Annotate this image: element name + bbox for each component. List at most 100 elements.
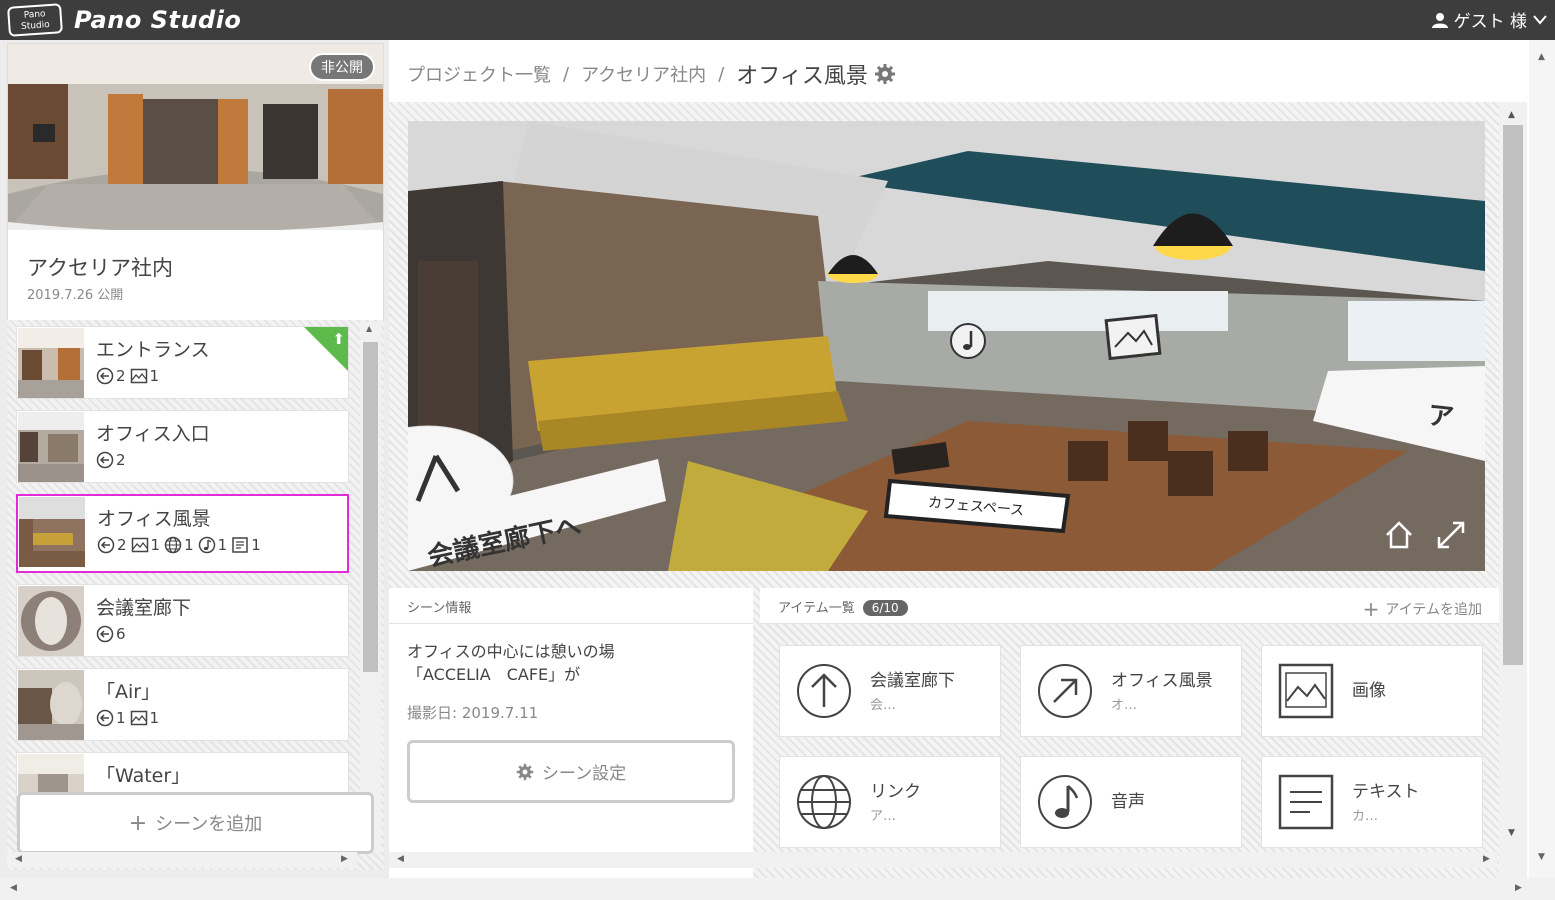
scroll-up-arrow-icon[interactable]: ▲ xyxy=(1508,110,1515,120)
scene-list-scrollbar[interactable]: ▲ xyxy=(360,322,381,852)
page-horizontal-scrollbar[interactable]: ◀ ▶ xyxy=(0,878,1555,900)
hotspot-right-label[interactable]: ア xyxy=(1426,395,1456,435)
user-icon xyxy=(1431,12,1448,28)
scroll-down-arrow-icon[interactable]: ▼ xyxy=(1538,852,1545,862)
link-count: 2 xyxy=(116,451,126,469)
scene-list-hscrollbar[interactable]: ◀ ▶ xyxy=(7,852,357,868)
arrow-diag-circle-icon xyxy=(1038,664,1092,718)
item-subtitle: ア… xyxy=(870,809,897,824)
fullscreen-icon[interactable] xyxy=(1435,519,1467,551)
globe-icon xyxy=(797,775,851,829)
scene-list: エントランス 2 1 ⬆ オフィス入口 2 オフィス風景 2 1 1 1 1 会… xyxy=(7,320,384,870)
link-url-count: 1 xyxy=(184,536,194,554)
project-date: 2019.7.26 公開 xyxy=(27,288,124,303)
scene-meta: 2 1 1 1 1 xyxy=(97,536,261,554)
items-header: アイテム一覧 6/10 + アイテムを追加 xyxy=(760,588,1500,624)
scene-item-office-view[interactable]: オフィス風景 2 1 1 1 1 xyxy=(16,494,349,573)
items-count-badge: 6/10 xyxy=(862,600,908,616)
gear-icon[interactable] xyxy=(874,63,896,85)
image-count: 1 xyxy=(149,709,160,727)
editor-vertical-scrollbar[interactable]: ▲ ▼ xyxy=(1499,102,1527,892)
item-subtitle: カ… xyxy=(1352,809,1379,824)
plus-icon: + xyxy=(128,810,148,836)
chevron-down-icon xyxy=(1533,14,1547,25)
scene-name: 会議室廊下 xyxy=(96,597,192,619)
scene-item-air[interactable]: 「Air」 1 1 xyxy=(16,668,349,741)
item-title: リンク xyxy=(870,782,921,802)
scene-thumbnail xyxy=(18,586,84,656)
scene-meta: 2 1 xyxy=(96,367,159,385)
scene-thumbnail xyxy=(18,412,84,482)
breadcrumb: プロジェクト一覧 / アクセリア社内 / オフィス風景 xyxy=(407,58,896,90)
add-scene-button[interactable]: + シーンを追加 xyxy=(17,792,374,854)
scene-settings-button[interactable]: シーン設定 xyxy=(407,740,735,803)
scene-item-office-entrance[interactable]: オフィス入口 2 xyxy=(16,410,349,483)
link-arrow-icon xyxy=(96,367,114,385)
link-arrow-icon xyxy=(97,536,115,554)
scene-meta: 2 xyxy=(96,451,126,469)
editor-horizontal-scrollbar[interactable]: ◀ ▶ xyxy=(389,852,1497,868)
editor-panel: 会議室廊下へ ア カフェスペース シーン情報 オフィスの中心には憩いの場 「AC… xyxy=(389,102,1527,892)
scene-name: オフィス風景 xyxy=(97,508,211,530)
scene-info-panel: シーン情報 オフィスの中心には憩いの場 「ACCELIA CAFE」が 撮影日:… xyxy=(389,588,753,892)
home-icon[interactable] xyxy=(1383,519,1415,551)
gear-icon xyxy=(516,763,534,780)
scroll-up-arrow-icon[interactable]: ▲ xyxy=(1538,52,1545,62)
user-menu[interactable]: ゲスト 様 xyxy=(1431,7,1547,32)
add-item-button[interactable]: + アイテムを追加 xyxy=(1363,597,1482,621)
image-count: 1 xyxy=(150,536,161,554)
scrollbar-thumb[interactable] xyxy=(363,342,378,672)
item-card-text[interactable]: テキスト カ… xyxy=(1261,756,1483,848)
image-icon xyxy=(131,537,148,553)
link-arrow-icon xyxy=(96,709,114,727)
scroll-left-arrow-icon[interactable]: ◀ xyxy=(15,854,22,864)
music-icon xyxy=(1038,775,1092,829)
scroll-left-arrow-icon[interactable]: ◀ xyxy=(10,883,17,893)
visibility-badge[interactable]: 非公開 xyxy=(309,53,375,81)
image-icon xyxy=(130,368,147,384)
image-count: 1 xyxy=(149,367,160,385)
panorama-viewer[interactable]: 会議室廊下へ ア カフェスペース xyxy=(408,121,1485,571)
items-panel: アイテム一覧 6/10 + アイテムを追加 会議室廊下 会… オフィス風景 オ… … xyxy=(760,588,1500,892)
scene-item-meeting-hallway[interactable]: 会議室廊下 6 xyxy=(16,584,349,657)
scene-name: エントランス xyxy=(96,339,210,361)
scene-item-entrance[interactable]: エントランス 2 1 ⬆ xyxy=(16,326,349,399)
main-area: プロジェクト一覧 / アクセリア社内 / オフィス風景 会議室廊下へ ア カフェ… xyxy=(389,40,1555,900)
item-card-link-office-view[interactable]: オフィス風景 オ… xyxy=(1020,645,1242,737)
add-scene-label: シーンを追加 xyxy=(155,814,263,835)
scroll-up-arrow-icon[interactable]: ▲ xyxy=(366,324,372,333)
page-vertical-scrollbar[interactable]: ▲ ▼ xyxy=(1529,40,1555,900)
scroll-right-arrow-icon[interactable]: ▶ xyxy=(341,854,348,864)
item-card-image[interactable]: 画像 xyxy=(1261,645,1483,737)
logo-badge: Pano Studio xyxy=(7,3,63,37)
scroll-right-arrow-icon[interactable]: ▶ xyxy=(1515,883,1522,893)
scroll-down-arrow-icon[interactable]: ▼ xyxy=(1508,828,1515,838)
item-card-link-meeting-hallway[interactable]: 会議室廊下 会… xyxy=(779,645,1001,737)
scene-name: オフィス入口 xyxy=(96,423,210,445)
breadcrumb-separator: / xyxy=(718,63,725,85)
item-card-url-link[interactable]: リンク ア… xyxy=(779,756,1001,848)
scene-meta: 1 1 xyxy=(96,709,159,727)
image-icon xyxy=(1278,663,1334,719)
scrollbar-thumb[interactable] xyxy=(1503,125,1523,665)
breadcrumb-projects[interactable]: プロジェクト一覧 xyxy=(407,61,551,87)
project-thumbnail[interactable]: 非公開 xyxy=(8,44,383,230)
item-title: オフィス風景 xyxy=(1111,671,1213,691)
project-card: 非公開 アクセリア社内 2019.7.26 公開 xyxy=(7,43,384,356)
plus-icon: + xyxy=(1362,597,1380,621)
app-logo[interactable]: Pano Studio xyxy=(74,5,241,35)
scroll-left-arrow-icon[interactable]: ◀ xyxy=(397,854,404,864)
link-count: 1 xyxy=(116,709,126,727)
image-icon xyxy=(130,710,147,726)
user-name: ゲスト 様 xyxy=(1453,12,1527,32)
top-bar: Pano Studio Pano Studio ゲスト 様 xyxy=(0,0,1555,40)
item-subtitle: オ… xyxy=(1111,698,1138,713)
scroll-right-arrow-icon[interactable]: ▶ xyxy=(1483,854,1490,864)
scene-info-header: シーン情報 xyxy=(389,588,753,624)
scene-name: 「Air」 xyxy=(96,681,161,703)
item-card-audio[interactable]: 音声 xyxy=(1020,756,1242,848)
item-title: 音声 xyxy=(1111,792,1145,812)
globe-icon xyxy=(164,536,182,554)
breadcrumb-project[interactable]: アクセリア社内 xyxy=(581,61,706,87)
add-item-label: アイテムを追加 xyxy=(1385,602,1482,618)
